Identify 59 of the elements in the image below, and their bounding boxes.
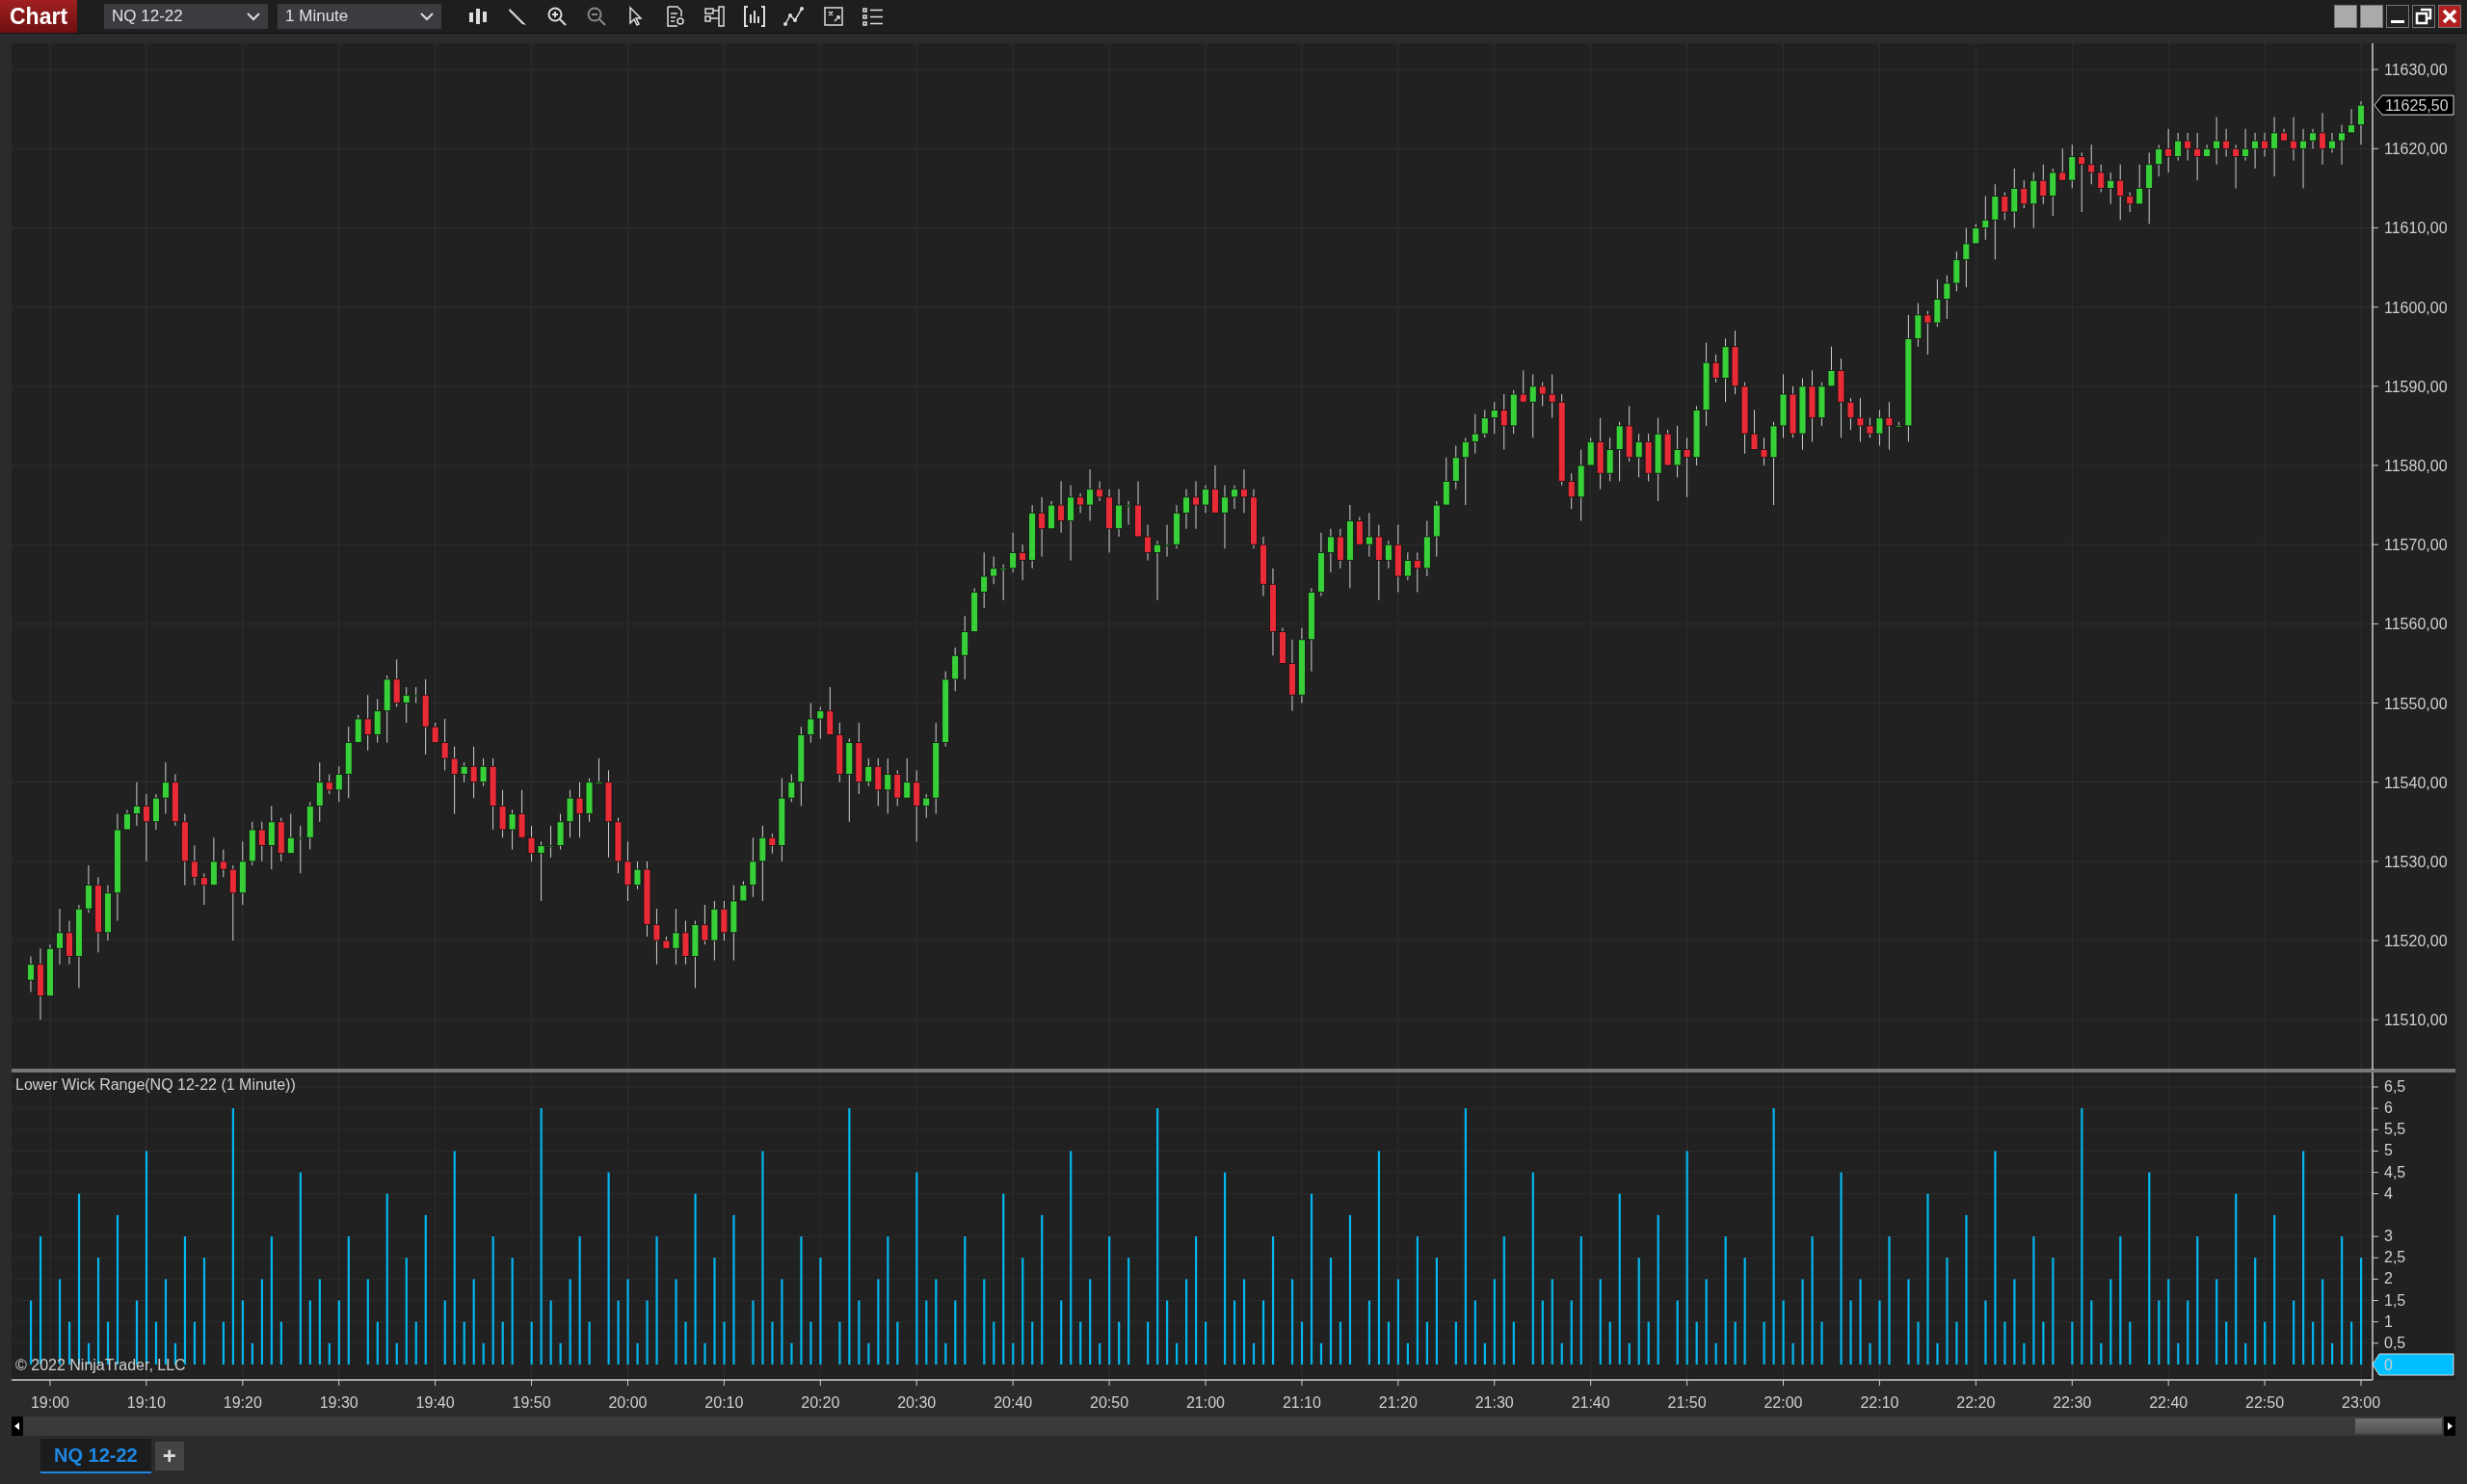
price-axis-label: 11590,00 bbox=[2384, 378, 2448, 395]
time-axis-label: 19:40 bbox=[415, 1394, 455, 1411]
indicator-axis-label: 2 bbox=[2384, 1270, 2393, 1287]
indicator-axis-label: 2,5 bbox=[2384, 1249, 2406, 1266]
add-tab-button[interactable]: + bbox=[154, 1442, 184, 1471]
price-axis-label: 11520,00 bbox=[2384, 933, 2448, 950]
time-axis-label: 22:40 bbox=[2149, 1394, 2188, 1411]
time-axis-label: 22:50 bbox=[2245, 1394, 2285, 1411]
price-axis-label: 11530,00 bbox=[2384, 853, 2448, 870]
time-axis-label: 21:00 bbox=[1185, 1394, 1225, 1411]
price-axis-label: 11550,00 bbox=[2384, 695, 2448, 712]
price-axis-label: 11630,00 bbox=[2384, 62, 2448, 79]
time-axis-label: 20:40 bbox=[994, 1394, 1033, 1411]
price-axis-label: 11560,00 bbox=[2384, 616, 2448, 633]
interval-dropdown[interactable]: 1 Minute bbox=[278, 4, 442, 29]
time-axis-label: 22:10 bbox=[1860, 1394, 1899, 1411]
last-price-badge: 11625,50 bbox=[2374, 94, 2454, 116]
time-axis-label: 21:20 bbox=[1378, 1394, 1418, 1411]
indicator-axis-label: 5 bbox=[2384, 1142, 2393, 1159]
time-axis-label: 20:30 bbox=[897, 1394, 937, 1411]
time-axis-label: 20:10 bbox=[704, 1394, 744, 1411]
indicator-axis-label: 4,5 bbox=[2384, 1163, 2406, 1180]
window-title: Chart bbox=[0, 0, 78, 33]
time-axis-label: 19:30 bbox=[319, 1394, 358, 1411]
indicator-axis-label: 5,5 bbox=[2384, 1121, 2406, 1138]
time-axis-label: 22:20 bbox=[1956, 1394, 1996, 1411]
price-axis-label: 11510,00 bbox=[2384, 1012, 2448, 1029]
time-axis-label: 20:00 bbox=[608, 1394, 648, 1411]
copyright-text: © 2022 NinjaTrader, LLC bbox=[15, 1357, 186, 1373]
time-axis-label: 19:10 bbox=[126, 1394, 166, 1411]
indicator-axis-label: 3 bbox=[2384, 1228, 2393, 1245]
price-axis-label: 11580,00 bbox=[2384, 458, 2448, 474]
time-axis-label: 20:50 bbox=[1090, 1394, 1129, 1411]
time-axis-label: 19:20 bbox=[223, 1394, 262, 1411]
price-axis-label: 11540,00 bbox=[2384, 774, 2448, 791]
time-axis-label: 21:30 bbox=[1474, 1394, 1514, 1411]
price-axis-label: 11620,00 bbox=[2384, 141, 2448, 158]
indicator-value-badge: 0 bbox=[2372, 1353, 2454, 1376]
time-axis-label: 19:00 bbox=[30, 1394, 69, 1411]
indicator-axis-label: 6 bbox=[2384, 1100, 2393, 1117]
indicator-axis-label: 6,5 bbox=[2384, 1077, 2406, 1095]
indicator-axis-label: 4 bbox=[2384, 1184, 2393, 1202]
time-axis-label: 21:40 bbox=[1571, 1394, 1610, 1411]
indicator-axis-label: 1 bbox=[2384, 1312, 2393, 1330]
time-axis-label: 19:50 bbox=[512, 1394, 551, 1411]
instrument-dropdown[interactable]: NQ 12-22 bbox=[104, 4, 269, 29]
indicator-axis-label: 1,5 bbox=[2384, 1291, 2406, 1309]
price-axis-label: 11610,00 bbox=[2384, 220, 2448, 237]
chart-tab[interactable]: NQ 12-22 bbox=[40, 1439, 151, 1473]
price-axis-label: 11570,00 bbox=[2384, 537, 2448, 554]
time-axis-label: 22:00 bbox=[1764, 1394, 1803, 1411]
time-axis-label: 22:30 bbox=[2053, 1394, 2092, 1411]
indicator-title: Lower Wick Range(NQ 12-22 (1 Minute)) bbox=[15, 1076, 296, 1093]
time-axis-label: 21:50 bbox=[1667, 1394, 1707, 1411]
price-axis-label: 11600,00 bbox=[2384, 299, 2448, 316]
indicator-axis-label: 0,5 bbox=[2384, 1334, 2406, 1351]
time-axis-label: 21:10 bbox=[1282, 1394, 1321, 1411]
time-axis-label: 23:00 bbox=[2342, 1394, 2381, 1411]
time-axis-label: 20:20 bbox=[801, 1394, 840, 1411]
